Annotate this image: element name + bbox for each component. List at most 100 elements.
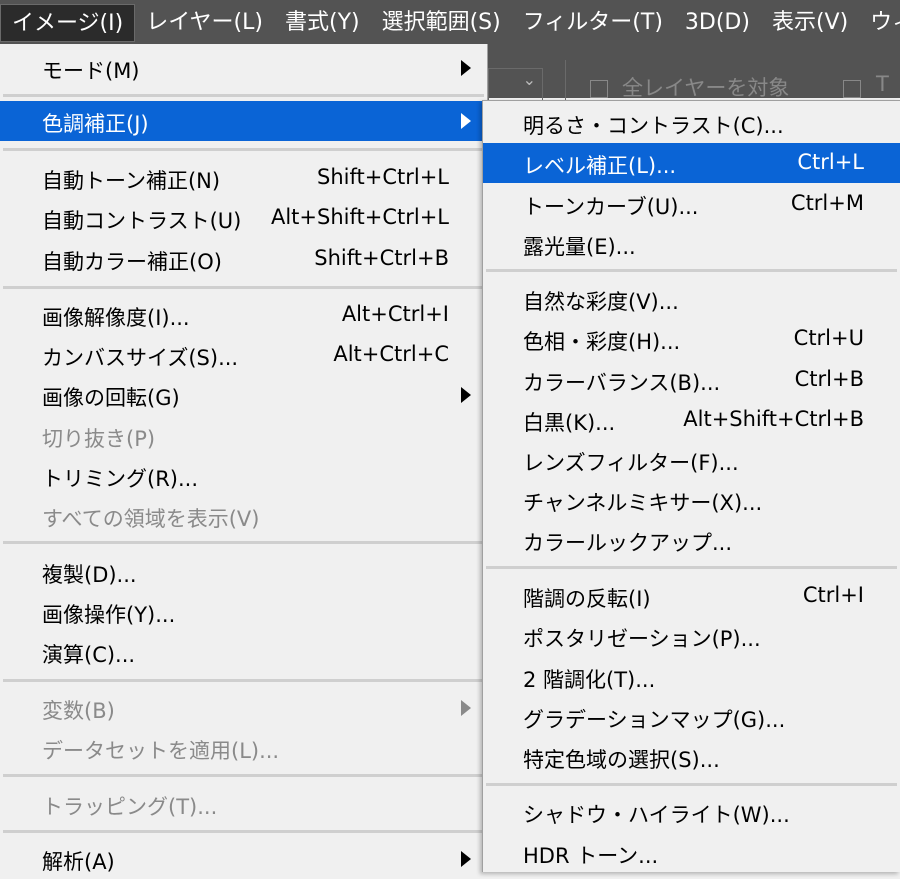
menu-item-apply-dataset[interactable]: データセットを適用(L)... <box>0 728 487 768</box>
menu-separator <box>486 566 897 569</box>
menu-separator <box>486 269 897 272</box>
menu-item-label: チャンネルミキサー(X)... <box>523 491 763 515</box>
menu-item-label: HDR トーン... <box>523 844 659 868</box>
menu-item-black-white[interactable]: 白黒(K)... Alt+Shift+Ctrl+B <box>483 400 900 440</box>
menu-item-threshold[interactable]: 2 階調化(T)... <box>483 657 900 697</box>
menu-item-channel-mixer[interactable]: チャンネルミキサー(X)... <box>483 480 900 520</box>
menu-item-duplicate[interactable]: 複製(D)... <box>0 552 487 592</box>
menu-item-selective-color[interactable]: 特定色域の選択(S)... <box>483 737 900 777</box>
menu-item-crop[interactable]: 切り抜き(P) <box>0 416 487 456</box>
menu-item-label: トーンカーブ(U)... <box>523 195 699 219</box>
menu-item-color-lookup[interactable]: カラールックアップ... <box>483 520 900 560</box>
menu-item-label: レンズフィルター(F)... <box>523 451 739 475</box>
options-checkbox-2[interactable] <box>843 80 861 98</box>
menubar-type[interactable]: 書式(Y) <box>274 4 371 42</box>
menubar-view[interactable]: 表示(V) <box>761 4 859 42</box>
menu-item-photo-filter[interactable]: レンズフィルター(F)... <box>483 440 900 480</box>
menu-item-auto-tone[interactable]: 自動トーン補正(N) Shift+Ctrl+L <box>0 158 487 198</box>
menu-item-label: レベル補正(L)... <box>523 154 677 178</box>
menu-item-label: 色相・彩度(H)... <box>523 330 681 354</box>
menu-item-auto-contrast[interactable]: 自動コントラスト(U) Alt+Shift+Ctrl+L <box>0 198 487 238</box>
menu-item-shortcut: Ctrl+L <box>797 150 864 174</box>
menu-item-adjustments[interactable]: 色調補正(J) <box>0 101 487 141</box>
menu-item-exposure[interactable]: 露光量(E)... <box>483 224 900 264</box>
menu-item-shortcut: Alt+Shift+Ctrl+B <box>683 407 864 431</box>
adjustments-submenu: 明るさ・コントラスト(C)... レベル補正(L)... Ctrl+L トーンカ… <box>482 100 900 872</box>
menu-item-auto-color[interactable]: 自動カラー補正(O) Shift+Ctrl+B <box>0 239 487 279</box>
menu-item-label: グラデーションマップ(G)... <box>523 708 786 732</box>
menu-item-trim[interactable]: トリミング(R)... <box>0 456 487 496</box>
menu-separator <box>486 783 897 786</box>
menu-item-label: データセットを適用(L)... <box>42 739 280 763</box>
menu-item-label: 特定色域の選択(S)... <box>523 748 720 772</box>
menu-item-label: 明るさ・コントラスト(C)... <box>523 114 784 138</box>
menu-item-label: 自動トーン補正(N) <box>42 169 221 193</box>
menu-item-calculations[interactable]: 演算(C)... <box>0 632 487 672</box>
menu-item-label: カンバスサイズ(S)... <box>42 346 239 370</box>
menu-separator <box>3 774 484 777</box>
menu-item-label: 切り抜き(P) <box>42 427 156 451</box>
menu-item-hdr-toning[interactable]: HDR トーン... <box>483 833 900 873</box>
menu-item-label: ポスタリゼーション(P)... <box>523 627 761 651</box>
menu-item-shortcut: Shift+Ctrl+L <box>317 165 449 189</box>
menu-item-gradient-map[interactable]: グラデーションマップ(G)... <box>483 697 900 737</box>
menu-item-posterize[interactable]: ポスタリゼーション(P)... <box>483 616 900 656</box>
menu-item-label: 変数(B) <box>42 699 115 723</box>
menu-item-label: 演算(C)... <box>42 643 136 667</box>
menu-item-shadows-highlights[interactable]: シャドウ・ハイライト(W)... <box>483 792 900 832</box>
menubar-window[interactable]: ウィ <box>859 4 900 42</box>
options-divider <box>565 60 566 104</box>
menu-separator <box>3 541 484 544</box>
menu-bar: イメージ(I) レイヤー(L) 書式(Y) 選択範囲(S) フィルター(T) 3… <box>0 0 900 46</box>
submenu-arrow-icon <box>461 700 471 716</box>
menu-item-levels[interactable]: レベル補正(L)... Ctrl+L <box>483 143 900 183</box>
submenu-arrow-icon <box>461 113 471 129</box>
submenu-arrow-icon <box>461 387 471 403</box>
menu-item-curves[interactable]: トーンカーブ(U)... Ctrl+M <box>483 184 900 224</box>
all-layers-label: 全レイヤーを対象 <box>622 76 790 100</box>
menu-item-image-size[interactable]: 画像解像度(I)... Alt+Ctrl+I <box>0 295 487 335</box>
menu-item-shortcut: Ctrl+M <box>790 191 864 215</box>
menubar-select[interactable]: 選択範囲(S) <box>371 4 512 42</box>
menubar-image[interactable]: イメージ(I) <box>0 4 136 42</box>
menu-item-label: 画像解像度(I)... <box>42 306 190 330</box>
menu-item-shortcut: Ctrl+I <box>802 583 864 607</box>
menu-item-shortcut: Alt+Ctrl+C <box>333 342 449 366</box>
menu-item-mode[interactable]: モード(M) <box>0 48 487 88</box>
menu-item-label: モード(M) <box>42 59 140 83</box>
menu-item-label: トリミング(R)... <box>42 467 199 491</box>
menu-item-shortcut: Shift+Ctrl+B <box>314 246 449 270</box>
menu-item-shortcut: Ctrl+U <box>793 326 864 350</box>
menu-item-color-balance[interactable]: カラーバランス(B)... Ctrl+B <box>483 360 900 400</box>
menu-item-vibrance[interactable]: 自然な彩度(V)... <box>483 279 900 319</box>
menu-item-label: トラッピング(T)... <box>42 795 218 819</box>
menu-item-variables[interactable]: 変数(B) <box>0 688 487 728</box>
menu-item-apply-image[interactable]: 画像操作(Y)... <box>0 592 487 632</box>
menubar-3d[interactable]: 3D(D) <box>674 4 761 42</box>
chevron-down-icon: ⌄ <box>522 70 536 89</box>
menu-item-shortcut: Alt+Ctrl+I <box>341 302 449 326</box>
menu-separator <box>3 679 484 682</box>
menu-item-image-rotation[interactable]: 画像の回転(G) <box>0 375 487 415</box>
menu-item-invert[interactable]: 階調の反転(I) Ctrl+I <box>483 576 900 616</box>
menu-item-label: 白黒(K)... <box>523 411 616 435</box>
menu-item-canvas-size[interactable]: カンバスサイズ(S)... Alt+Ctrl+C <box>0 335 487 375</box>
menu-item-trap[interactable]: トラッピング(T)... <box>0 784 487 824</box>
menu-separator <box>3 286 484 289</box>
menu-item-hue-saturation[interactable]: 色相・彩度(H)... Ctrl+U <box>483 319 900 359</box>
menu-item-label: 色調補正(J) <box>42 112 149 136</box>
menu-item-label: シャドウ・ハイライト(W)... <box>523 803 790 827</box>
menubar-layer[interactable]: レイヤー(L) <box>135 4 274 42</box>
menu-item-label: カラーバランス(B)... <box>523 371 721 395</box>
menu-item-analysis[interactable]: 解析(A) <box>0 839 487 879</box>
menu-separator <box>3 830 484 833</box>
all-layers-checkbox[interactable] <box>590 80 608 98</box>
menu-item-shortcut: Ctrl+B <box>794 367 864 391</box>
menu-item-label: 画像操作(Y)... <box>42 603 176 627</box>
menu-separator <box>3 148 484 151</box>
menu-item-label: 画像の回転(G) <box>42 386 180 410</box>
menu-item-reveal-all[interactable]: すべての領域を表示(V) <box>0 496 487 536</box>
menu-item-brightness-contrast[interactable]: 明るさ・コントラスト(C)... <box>483 103 900 143</box>
options-dropdown[interactable]: ⌄ <box>488 68 543 102</box>
menubar-filter[interactable]: フィルター(T) <box>512 4 674 42</box>
